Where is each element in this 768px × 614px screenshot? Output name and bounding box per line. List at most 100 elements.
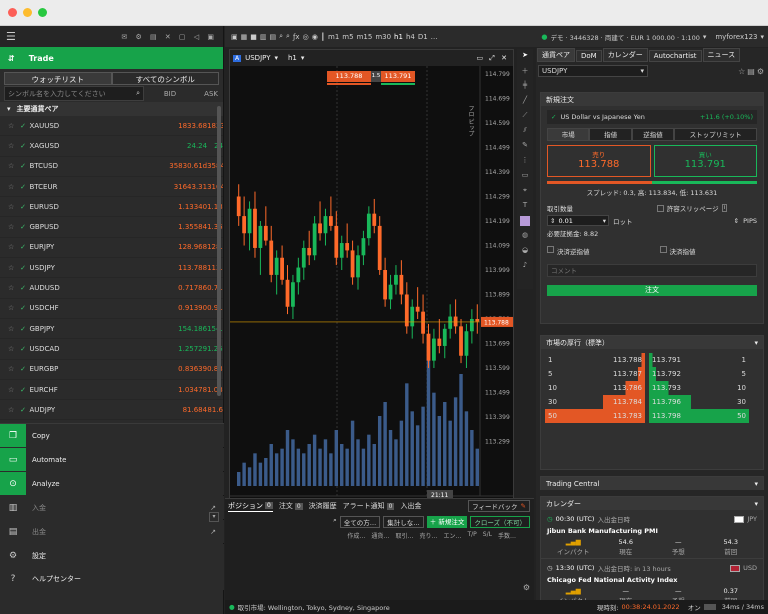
chart-symbol[interactable]: USDJPY — [245, 54, 270, 62]
symbol-row[interactable]: ☆ ✓ EURUSD 1.13340 1.133 — [0, 197, 223, 218]
tp-checkbox[interactable] — [659, 246, 667, 253]
tab-watchlist[interactable]: ウォッチリスト — [4, 72, 112, 85]
zoom-in-icon[interactable]: ⌕ — [279, 32, 283, 41]
square-icon[interactable]: ■ — [250, 33, 257, 41]
star-icon[interactable]: ☆ — [8, 284, 20, 292]
dom-ask-row[interactable]: 113.793 10 — [649, 381, 749, 395]
order-type-2[interactable]: 逆指値 — [631, 128, 675, 141]
dom-bid-row[interactable]: 5 113.787 — [545, 367, 645, 381]
symbol-row[interactable]: ☆ ✓ EURGBP 0.83639 0.836 — [0, 360, 223, 380]
color-swatch[interactable] — [517, 216, 533, 229]
star-icon[interactable]: ☆ — [8, 264, 20, 272]
nav-item-gear[interactable]: ⚙ 設定 — [0, 544, 224, 567]
nav-item-analyze[interactable]: ⊙ Analyze — [0, 472, 224, 495]
symbol-select[interactable]: USDJPY ▾ — [538, 65, 648, 77]
tab-3[interactable]: アラート通知 0 — [343, 501, 395, 511]
right-tab-2[interactable]: カレンダー — [602, 48, 648, 62]
star-icon[interactable]: ☆ — [8, 345, 20, 353]
layout-icon[interactable]: ▣ — [231, 33, 238, 41]
column-header[interactable]: エン… — [443, 531, 461, 540]
dom-ask-row[interactable]: 113.791 1 — [649, 353, 749, 367]
dom-bid-row[interactable]: 1 113.788 — [545, 353, 645, 367]
text-icon[interactable]: T — [517, 201, 533, 214]
tab-4[interactable]: 入出金 — [400, 501, 421, 511]
sell-button[interactable]: 売り 113.788 — [547, 145, 651, 177]
star-icon[interactable]: ☆ — [8, 386, 20, 394]
sl-checkbox[interactable] — [547, 246, 554, 253]
symbol-row[interactable]: ☆ ✓ USDJPY 113.788 113.7 — [0, 258, 223, 279]
account-dropdown-icon[interactable]: ▾ — [703, 33, 707, 41]
username[interactable]: myforex123 — [715, 33, 757, 41]
settings-icon[interactable]: ⚙ — [757, 67, 764, 76]
filter-all-dropdown[interactable]: 全ての方… — [339, 516, 381, 528]
maximize-window-button[interactable] — [38, 8, 47, 17]
dom-ask-row[interactable]: 113.796 30 — [649, 395, 749, 409]
symbol-row[interactable]: ☆ ✓ USDCAD 1.25729 1.257 — [0, 339, 223, 360]
right-tab-0[interactable]: 通貨ペア — [537, 48, 575, 62]
symbol-row[interactable]: ☆ ✓ USDCHF 0.91390 0.913 — [0, 299, 223, 319]
layout-icon[interactable]: ▤ — [747, 67, 755, 76]
trade-tab[interactable]: ⇵ Trade — [0, 47, 223, 69]
order-type-0[interactable]: 市場 — [547, 128, 590, 141]
column-header[interactable]: T/P — [467, 531, 476, 540]
grid-icon[interactable]: ▦ — [241, 33, 248, 41]
nav-item-copy[interactable]: ❐ Copy — [0, 424, 224, 447]
major-pairs-section[interactable]: ▾ 主要通貨ペア — [0, 102, 223, 116]
timeframe-dropdown-icon[interactable]: ▾ — [301, 54, 305, 62]
comment-input[interactable]: コメント — [547, 264, 757, 277]
star-icon[interactable]: ☆ — [8, 203, 20, 211]
trendline-icon[interactable]: ╱ — [517, 96, 533, 109]
qty-stepper-icon[interactable]: ⇕ — [550, 217, 555, 225]
right-tab-3[interactable]: Autochartist — [648, 50, 702, 62]
indicator-icon[interactable]: ƒx — [293, 33, 300, 41]
chevron-down-icon[interactable]: ▾ — [754, 500, 758, 508]
filter-search-icon[interactable]: ⌕ — [333, 516, 337, 528]
submit-order-button[interactable]: 注文 — [547, 285, 757, 296]
qty-input[interactable]: ⇕ 0.01 ▾ — [547, 215, 609, 226]
feedback-link[interactable]: フィードバック — [472, 501, 517, 511]
symbol-row[interactable]: ☆ ✓ AUDUSD 0.71786 0.717 — [0, 278, 223, 299]
symbol-row[interactable]: ☆ ✓ AUDJPY 81.684 81.6 — [0, 400, 223, 421]
star-icon[interactable]: ☆ — [8, 122, 20, 130]
chart-panel[interactable]: A USDJPY ▾ h1 ▾ ▭ ⤢ ✕ 114.799 114.699 114.… — [229, 49, 514, 509]
chevron-down-icon[interactable]: ▾ — [754, 339, 758, 347]
new-order-button[interactable]: ＋ 新規注文 — [426, 516, 468, 528]
buy-button[interactable]: 買い 113.791 — [653, 145, 757, 177]
nav-item-automate[interactable]: ▭ Automate — [0, 448, 224, 471]
symbol-row[interactable]: ☆ ✓ BTCUSD 35830.61d 35845.2 — [0, 157, 223, 177]
column-header[interactable]: S/L — [483, 531, 492, 540]
account-info[interactable]: デモ · 3446328 · 両建て · EUR 1 000.00 · 1:10… — [550, 32, 699, 42]
channel-icon[interactable]: ⫽ — [517, 126, 533, 139]
dom-bid-row[interactable]: 10 113.786 — [545, 381, 645, 395]
calendar-event[interactable]: ◷ 00:30 (UTC) 入出金日時 JPY Jibun Bank Manuf… — [541, 510, 763, 559]
tf-m15[interactable]: m15 — [357, 33, 373, 41]
dom-bid-row[interactable]: 30 113.784 — [545, 395, 645, 409]
slippage-checkbox[interactable] — [656, 204, 664, 212]
column-header[interactable]: 取引… — [395, 531, 413, 540]
template-icon[interactable]: ◎ — [303, 33, 309, 41]
fib-icon[interactable]: ⋮ — [517, 156, 533, 169]
settings-icon[interactable]: ⚙ — [523, 583, 530, 592]
tf-h1[interactable]: h1 — [394, 33, 403, 41]
symbol-row[interactable]: ☆ ✓ XAUUSD 1833.68 1833 — [0, 116, 223, 137]
eye-icon[interactable]: ◉ — [312, 33, 318, 41]
minimize-window-button[interactable] — [23, 8, 32, 17]
user-dropdown-icon[interactable]: ▾ — [760, 33, 764, 41]
cursor-icon[interactable]: ➤ — [517, 51, 533, 64]
star-icon[interactable]: ☆ — [738, 67, 745, 76]
hline-icon[interactable]: ╪ — [517, 81, 533, 94]
pen-icon[interactable]: ✎ — [517, 141, 533, 154]
close-all-button[interactable]: クローズ（不可） — [470, 516, 530, 528]
symbol-row[interactable]: ☆ ✓ GBPJPY 154.186 154.1 — [0, 319, 223, 340]
star-icon[interactable]: ☆ — [8, 365, 20, 373]
dom-bid-row[interactable]: 50 113.783 — [545, 409, 645, 423]
star-icon[interactable]: ☆ — [8, 243, 20, 251]
candle-type-icon[interactable]: ┃ — [321, 33, 325, 41]
more-icon[interactable]: … — [431, 33, 438, 41]
symbol-row[interactable]: ☆ ✓ GBPUSD 1.35584 1.355 — [0, 217, 223, 238]
column-header[interactable]: 通貨… — [371, 531, 389, 540]
star-icon[interactable]: ☆ — [8, 183, 20, 191]
tab-2[interactable]: 決済履歴 — [309, 501, 337, 511]
crosshair-icon[interactable]: ＋ — [517, 66, 533, 79]
symbol-row[interactable]: ☆ ✓ BTCEUR 31643.31 31646 — [0, 177, 223, 198]
